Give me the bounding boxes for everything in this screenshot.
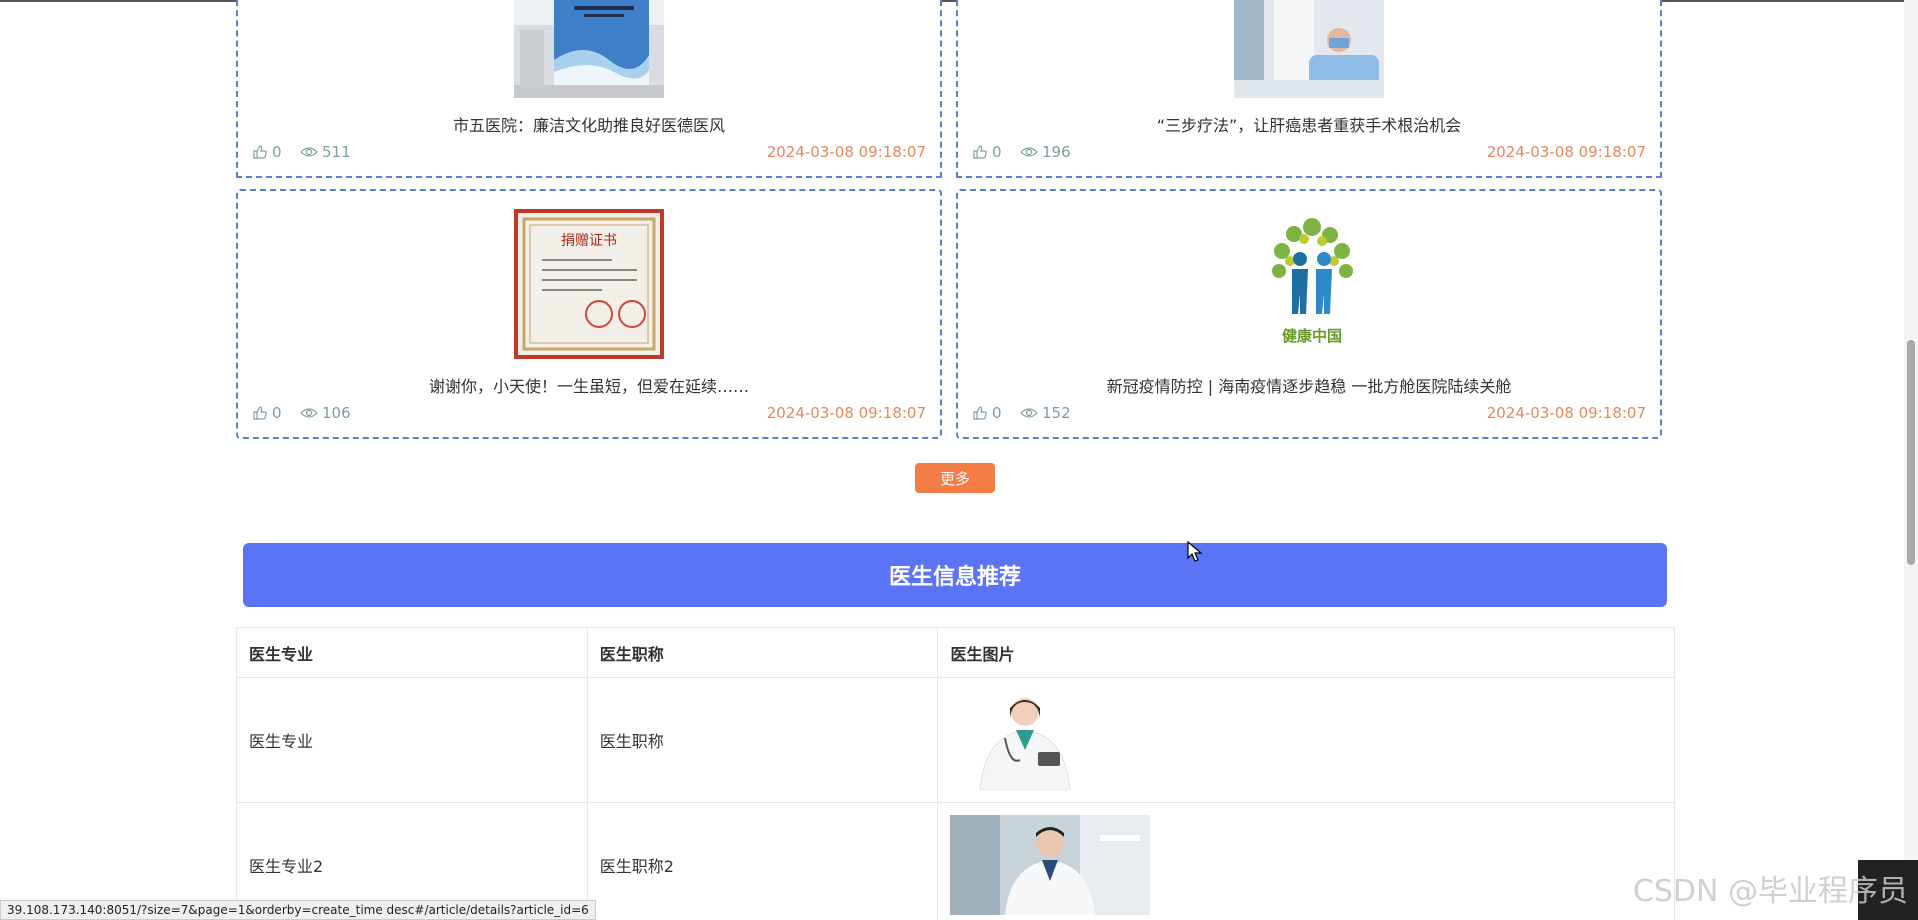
- status-bar-url: 39.108.173.140:8051/?size=7&page=1&order…: [0, 900, 596, 920]
- thumbs-up-icon: [973, 145, 987, 159]
- like-count[interactable]: 0: [972, 143, 1002, 161]
- view-count: 511: [300, 143, 351, 161]
- like-count[interactable]: 0: [972, 404, 1002, 422]
- page-scrollbar[interactable]: [1904, 0, 1918, 920]
- logo-text: 健康中国: [1282, 327, 1342, 345]
- news-card[interactable]: 捐赠证书 谢谢你，小天使！一生虽短，但爱在延续…… 0 106 2024-03-…: [236, 189, 942, 439]
- like-count-value: 0: [272, 143, 282, 161]
- news-thumbnail[interactable]: 健康中国: [1234, 209, 1384, 359]
- eye-icon: [1020, 147, 1038, 157]
- news-meta: 0 196 2024-03-08 09:18:07: [972, 143, 1646, 163]
- view-count: 106: [300, 404, 351, 422]
- news-meta: 0 152 2024-03-08 09:18:07: [972, 404, 1646, 424]
- news-date: 2024-03-08 09:18:07: [1486, 404, 1646, 422]
- doctor-title: 医生职称: [586, 677, 939, 803]
- column-header: 医生专业: [236, 627, 588, 678]
- table-row[interactable]: 医生专业 医生职称: [236, 677, 1675, 803]
- eye-icon: [1020, 408, 1038, 418]
- news-date: 2024-03-08 09:18:07: [1486, 143, 1646, 161]
- doctor-photo[interactable]: [950, 815, 1151, 915]
- view-count-value: 196: [1042, 143, 1071, 161]
- news-card[interactable]: 市五医院：廉洁文化助推良好医德医风 0 511 2024-03-08 09:18…: [236, 0, 942, 178]
- news-title[interactable]: 市五医院：廉洁文化助推良好医德医风: [238, 112, 940, 136]
- certificate-heading: 捐赠证书: [561, 233, 617, 249]
- news-thumbnail[interactable]: [1234, 0, 1384, 98]
- view-count-value: 152: [1042, 404, 1071, 422]
- news-thumbnail[interactable]: 捐赠证书: [514, 209, 664, 359]
- news-meta: 0 511 2024-03-08 09:18:07: [252, 143, 926, 163]
- like-count[interactable]: 0: [252, 143, 282, 161]
- news-title[interactable]: 谢谢你，小天使！一生虽短，但爱在延续……: [238, 373, 940, 397]
- table-header-row: 医生专业 医生职称 医生图片: [236, 627, 1675, 678]
- like-count-value: 0: [992, 404, 1002, 422]
- news-meta: 0 106 2024-03-08 09:18:07: [252, 404, 926, 424]
- scrollbar-thumb[interactable]: [1907, 340, 1915, 565]
- doctor-image-cell: [937, 677, 1675, 803]
- doctor-specialty: 医生专业: [236, 677, 588, 803]
- view-count: 152: [1020, 404, 1071, 422]
- column-header: 医生图片: [937, 627, 1675, 678]
- doctor-photo[interactable]: [950, 690, 1101, 790]
- mouse-cursor-icon: [1187, 541, 1203, 562]
- eye-icon: [300, 147, 318, 157]
- doctor-image-cell: [937, 802, 1675, 920]
- news-card[interactable]: 健康中国 新冠疫情防控 | 海南疫情逐步趋稳 一批方舱医院陆续关舱 0 152 …: [956, 189, 1662, 439]
- like-count-value: 0: [272, 404, 282, 422]
- news-title[interactable]: 新冠疫情防控 | 海南疫情逐步趋稳 一批方舱医院陆续关舱: [958, 373, 1660, 397]
- news-date: 2024-03-08 09:18:07: [766, 143, 926, 161]
- thumbs-up-icon: [253, 145, 267, 159]
- news-title[interactable]: “三步疗法”，让肝癌患者重获手术根治机会: [958, 112, 1660, 136]
- like-count-value: 0: [992, 143, 1002, 161]
- doctor-table: 医生专业 医生职称 医生图片 医生专业 医生职称 医生专业2 医生职称2: [236, 627, 1675, 920]
- news-card[interactable]: “三步疗法”，让肝癌患者重获手术根治机会 0 196 2024-03-08 09…: [956, 0, 1662, 178]
- doctor-title: 医生职称2: [586, 802, 939, 920]
- column-header: 医生职称: [586, 627, 939, 678]
- news-date: 2024-03-08 09:18:07: [766, 404, 926, 422]
- view-count: 196: [1020, 143, 1071, 161]
- view-count-value: 511: [322, 143, 351, 161]
- more-button[interactable]: 更多: [915, 463, 995, 493]
- thumbs-up-icon: [973, 406, 987, 420]
- eye-icon: [300, 408, 318, 418]
- news-thumbnail[interactable]: [514, 0, 664, 98]
- thumbs-up-icon: [253, 406, 267, 420]
- page: 市五医院：廉洁文化助推良好医德医风 0 511 2024-03-08 09:18…: [0, 0, 1918, 920]
- doctor-section-title: 医生信息推荐: [243, 543, 1667, 607]
- view-count-value: 106: [322, 404, 351, 422]
- like-count[interactable]: 0: [252, 404, 282, 422]
- watermark: CSDN @毕业程序员: [1632, 874, 1908, 909]
